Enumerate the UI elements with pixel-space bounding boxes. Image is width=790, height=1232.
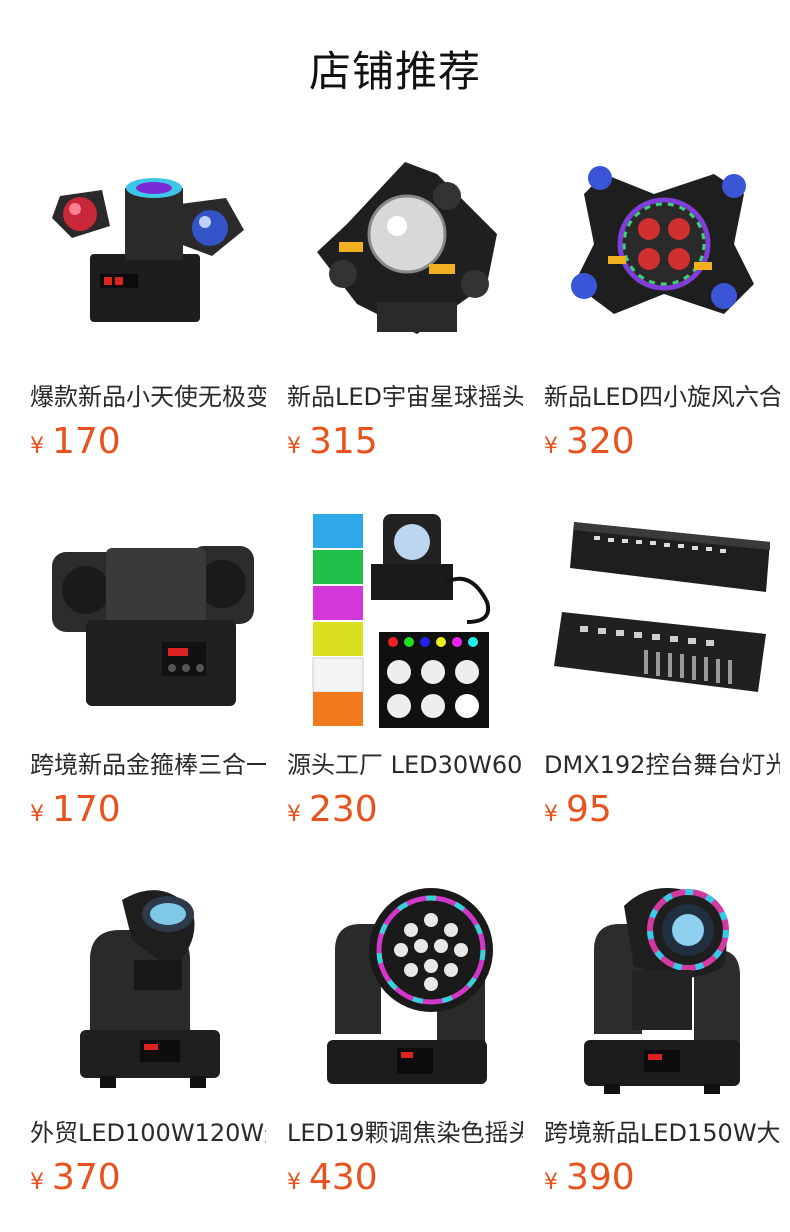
product-card[interactable]: 爆款新品小天使无极变色 ¥170 [30,134,266,474]
product-price: ¥315 [287,418,378,466]
product-price: ¥170 [30,418,121,466]
product-image[interactable] [30,134,266,370]
product-price: ¥390 [544,1154,635,1202]
ring-beam-moving-head-light-icon [584,888,740,1094]
currency-symbol: ¥ [30,1170,44,1195]
currency-symbol: ¥ [287,1170,301,1195]
product-price: ¥230 [287,786,378,834]
price-value: 320 [566,421,635,462]
product-image[interactable] [287,502,523,738]
product-card[interactable]: 外贸LED100W120W光束 ¥370 [30,870,266,1210]
product-card[interactable]: LED19颗调焦染色摇头 ¥430 [287,870,523,1210]
product-image[interactable] [544,502,780,738]
product-image[interactable] [287,870,523,1106]
golden-bar-beam-light-icon [52,546,254,706]
price-value: 315 [309,421,378,462]
product-name[interactable]: 新品LED四小旋风六合一 [544,380,780,414]
beam-moving-head-light-icon [80,890,220,1088]
product-name[interactable]: 源头工厂 LED30W60W [287,748,523,782]
currency-symbol: ¥ [544,434,558,459]
led-spot-moving-head-kit-icon [312,514,490,728]
product-card[interactable]: 源头工厂 LED30W60W ¥230 [287,502,523,842]
product-price: ¥170 [30,786,121,834]
product-name[interactable]: LED19颗调焦染色摇头 [287,1116,523,1150]
product-price: ¥95 [544,786,612,834]
currency-symbol: ¥ [544,1170,558,1195]
product-card[interactable]: 新品LED宇宙星球摇头灯 ¥315 [287,134,523,474]
four-head-whirlwind-light-icon [571,166,754,314]
currency-symbol: ¥ [287,434,301,459]
price-value: 170 [52,421,121,462]
product-image[interactable] [287,134,523,370]
currency-symbol: ¥ [544,802,558,827]
dmx-controller-console-icon [554,522,770,692]
product-price: ¥320 [544,418,635,466]
currency-symbol: ¥ [30,802,44,827]
product-image[interactable] [30,502,266,738]
price-value: 430 [309,1157,378,1198]
product-card[interactable]: 跨境新品金箍棒三合一 ¥170 [30,502,266,842]
currency-symbol: ¥ [287,802,301,827]
price-value: 370 [52,1157,121,1198]
product-image[interactable] [544,134,780,370]
wash-moving-head-light-icon [327,888,493,1084]
angel-moving-head-light-icon [52,178,244,322]
currency-symbol: ¥ [30,434,44,459]
product-name[interactable]: DMX192控台舞台灯光 [544,748,780,782]
universe-ball-light-icon [317,162,497,334]
price-value: 95 [566,789,612,830]
product-image[interactable] [30,870,266,1106]
product-price: ¥430 [287,1154,378,1202]
product-name[interactable]: 外贸LED100W120W光束 [30,1116,266,1150]
price-value: 170 [52,789,121,830]
product-price: ¥370 [30,1154,121,1202]
price-value: 390 [566,1157,635,1198]
product-card[interactable]: 跨境新品LED150W大光束 ¥390 [544,870,780,1210]
page-title: 店铺推荐 [308,47,481,96]
price-value: 230 [309,789,378,830]
product-card[interactable]: DMX192控台舞台灯光 ¥95 [544,502,780,842]
product-name[interactable]: 爆款新品小天使无极变色 [30,380,266,414]
product-card[interactable]: 新品LED四小旋风六合一 ¥320 [544,134,780,474]
product-name[interactable]: 跨境新品金箍棒三合一 [30,748,266,782]
product-name[interactable]: 跨境新品LED150W大光束 [544,1116,780,1150]
product-image[interactable] [544,870,780,1106]
product-name[interactable]: 新品LED宇宙星球摇头灯 [287,380,523,414]
